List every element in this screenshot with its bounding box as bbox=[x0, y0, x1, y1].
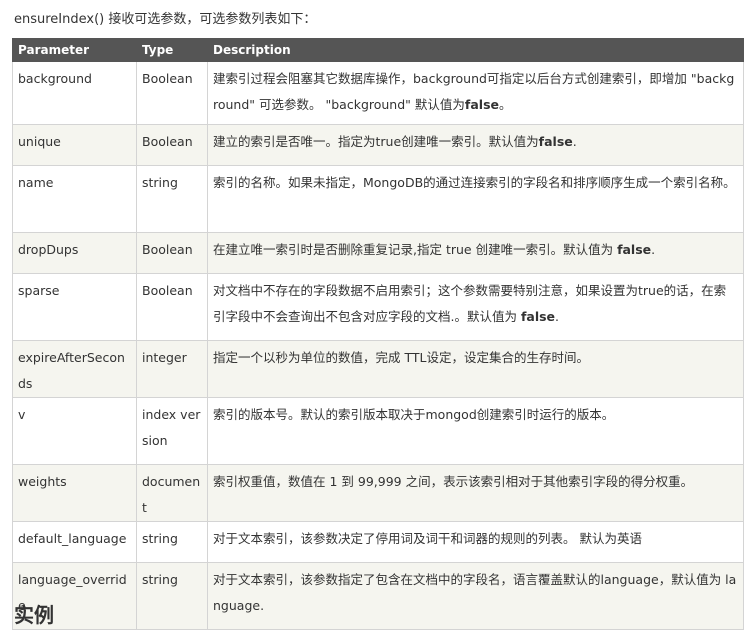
table-row: sparse Boolean 对文档中不存在的字段数据不启用索引；这个参数需要特… bbox=[12, 273, 744, 341]
type-cell: Boolean bbox=[136, 273, 208, 341]
table-row: default_language string 对于文本索引，该参数决定了停用词… bbox=[12, 521, 744, 563]
table-row: v index version 索引的版本号。默认的索引版本取决于mongod创… bbox=[12, 397, 744, 465]
description-cell: 索引的名称。如果未指定，MongoDB的通过连接索引的字段名和排序顺序生成一个索… bbox=[207, 165, 744, 233]
table-row: language_override string 对于文本索引，该参数指定了包含… bbox=[12, 562, 744, 630]
description-tail: . bbox=[651, 242, 656, 257]
description-text: 索引的名称。如果未指定，MongoDB的通过连接索引的字段名和排序顺序生成一个索… bbox=[213, 175, 736, 190]
type-cell: string bbox=[136, 521, 208, 563]
default-value: false bbox=[538, 134, 573, 149]
description-text: 索引权重值，数值在 1 到 99,999 之间，表示该索引相对于其他索引字段的得… bbox=[213, 474, 694, 489]
default-value: false bbox=[617, 242, 652, 257]
description-tail: . bbox=[572, 134, 577, 149]
table-row: expireAfterSeconds integer 指定一个以秒为单位的数值，… bbox=[12, 340, 744, 398]
description-cell: 索引权重值，数值在 1 到 99,999 之间，表示该索引相对于其他索引字段的得… bbox=[207, 464, 744, 522]
table-row: name string 索引的名称。如果未指定，MongoDB的通过连接索引的字… bbox=[12, 165, 744, 233]
description-text: 索引的版本号。默认的索引版本取决于mongod创建索引时运行的版本。 bbox=[213, 407, 615, 422]
description-cell: 对于文本索引，该参数决定了停用词及词干和词器的规则的列表。 默认为英语 bbox=[207, 521, 744, 563]
header-type: Type bbox=[136, 38, 208, 62]
description-cell: 对于文本索引，该参数指定了包含在文档中的字段名，语言覆盖默认的language，… bbox=[207, 562, 744, 630]
default-value: false bbox=[520, 309, 556, 324]
table-row: weights document 索引权重值，数值在 1 到 99,999 之间… bbox=[12, 464, 744, 522]
header-description: Description bbox=[207, 38, 744, 62]
table-header-row: Parameter Type Description bbox=[12, 38, 744, 62]
type-cell: Boolean bbox=[136, 124, 208, 166]
param-cell: expireAfterSeconds bbox=[12, 340, 137, 398]
param-cell: background bbox=[12, 61, 137, 125]
description-text: 在建立唯一索引时是否删除重复记录,指定 true 创建唯一索引。默认值为 bbox=[213, 242, 618, 257]
description-tail: . bbox=[555, 309, 560, 324]
parameters-table: Parameter Type Description background Bo… bbox=[12, 38, 744, 630]
header-parameter: Parameter bbox=[12, 38, 137, 62]
type-cell: index version bbox=[136, 397, 208, 465]
param-cell: weights bbox=[12, 464, 137, 522]
type-cell: document bbox=[136, 464, 208, 522]
param-cell: dropDups bbox=[12, 232, 137, 274]
param-cell: sparse bbox=[12, 273, 137, 341]
description-tail: 。 bbox=[498, 97, 512, 112]
table-row: background Boolean 建索引过程会阻塞其它数据库操作，backg… bbox=[12, 61, 744, 125]
type-cell: Boolean bbox=[136, 61, 208, 125]
description-text: 对文档中不存在的字段数据不启用索引；这个参数需要特别注意，如果设置为true的话… bbox=[213, 283, 727, 324]
description-cell: 索引的版本号。默认的索引版本取决于mongod创建索引时运行的版本。 bbox=[207, 397, 744, 465]
table-row: unique Boolean 建立的索引是否唯一。指定为true创建唯一索引。默… bbox=[12, 124, 744, 166]
param-cell: default_language bbox=[12, 521, 137, 563]
description-cell: 建立的索引是否唯一。指定为true创建唯一索引。默认值为false. bbox=[207, 124, 744, 166]
type-cell: Boolean bbox=[136, 232, 208, 274]
param-cell: name bbox=[12, 165, 137, 233]
param-cell: v bbox=[12, 397, 137, 465]
table-row: dropDups Boolean 在建立唯一索引时是否删除重复记录,指定 tru… bbox=[12, 232, 744, 274]
description-cell: 在建立唯一索引时是否删除重复记录,指定 true 创建唯一索引。默认值为 fal… bbox=[207, 232, 744, 274]
description-cell: 建索引过程会阻塞其它数据库操作，background可指定以后台方式创建索引，即… bbox=[207, 61, 744, 125]
param-cell: unique bbox=[12, 124, 137, 166]
description-cell: 对文档中不存在的字段数据不启用索引；这个参数需要特别注意，如果设置为true的话… bbox=[207, 273, 744, 341]
intro-text: ensureIndex() 接收可选参数，可选参数列表如下： bbox=[14, 12, 317, 27]
default-value: false bbox=[464, 97, 499, 112]
description-text: 对于文本索引，该参数决定了停用词及词干和词器的规则的列表。 默认为英语 bbox=[213, 531, 642, 546]
description-cell: 指定一个以秒为单位的数值，完成 TTL设定，设定集合的生存时间。 bbox=[207, 340, 744, 398]
type-cell: integer bbox=[136, 340, 208, 398]
section-heading: 实例 bbox=[14, 603, 54, 627]
type-cell: string bbox=[136, 165, 208, 233]
description-text: 建立的索引是否唯一。指定为true创建唯一索引。默认值为 bbox=[213, 134, 539, 149]
description-text: 指定一个以秒为单位的数值，完成 TTL设定，设定集合的生存时间。 bbox=[213, 350, 589, 365]
type-cell: string bbox=[136, 562, 208, 630]
description-text: 对于文本索引，该参数指定了包含在文档中的字段名，语言覆盖默认的language，… bbox=[213, 572, 737, 613]
